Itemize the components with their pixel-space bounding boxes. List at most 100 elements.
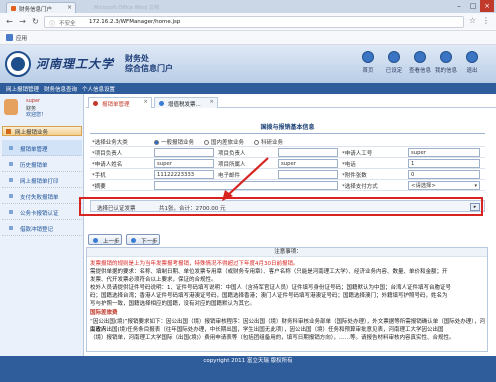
form-row-4: *手机 11122223333 电子邮件 *附件张数 0: [90, 169, 485, 180]
prev-icon: [93, 238, 98, 243]
mobile-input[interactable]: 11122223333: [154, 170, 214, 179]
user-name: super: [26, 98, 41, 104]
tab-icon: [93, 101, 98, 106]
project-member-input[interactable]: super: [278, 159, 338, 168]
footer: copyright 2011 富立天瑞 版权所有: [0, 356, 496, 367]
browser-tab-bar: 财务信息门户 × Microsoft Office Word 文档 – □ ×: [0, 0, 496, 13]
form-row-3: *申请人姓名 super 项目所属人 super *电话 1: [90, 158, 485, 169]
radio-icon: [254, 140, 259, 145]
applicant-id-input[interactable]: super: [408, 148, 480, 157]
school-name: 河南理工大学: [36, 57, 115, 71]
chevron-down-icon: ▾: [474, 183, 477, 189]
sidebar: super 财务 欢迎您！ 网上报销业务 报销单管理 历史报销单 网上报销单打印…: [0, 94, 84, 356]
address-bar[interactable]: ⓘ 不安全 172.16.2.3/WFManager/home.jsp: [44, 16, 464, 28]
bookmark-star-icon[interactable]: ☆: [469, 16, 476, 25]
back-icon[interactable]: ←: [4, 16, 15, 27]
view-info-button[interactable]: 查看信息: [406, 51, 434, 74]
bullet-icon: [9, 146, 13, 150]
phone-input[interactable]: 1: [408, 159, 480, 168]
school-logo-icon: [5, 51, 31, 77]
apps-icon: [6, 34, 13, 41]
form-row-5: *摘要 *选择支付方式 <请选择> ▾: [90, 180, 485, 191]
browser-tab[interactable]: 财务信息门户 ×: [6, 2, 76, 13]
close-icon[interactable]: ×: [143, 99, 148, 105]
content-tabs: 报销单管理 × 增值税发票... ×: [86, 96, 496, 108]
tab-manage[interactable]: 报销单管理 ×: [88, 97, 152, 108]
my-info-button[interactable]: 我的信息: [432, 51, 460, 74]
menu-finance-query[interactable]: 财务信息查询: [44, 85, 77, 93]
notice-panel: 注意事项： 发票报销的规则是上为当年发票报考报销，特殊情况不得超过下年度4月30…: [86, 247, 488, 352]
browser-toolbar: ← → ↻ ⓘ 不安全 172.16.2.3/WFManager/home.js…: [0, 13, 496, 31]
insecure-label: 不安全: [59, 21, 76, 27]
summary-input[interactable]: [154, 181, 338, 190]
form-row-2: *项目负责人 项目负责人 *申请人工号 super: [90, 147, 485, 158]
sidebar-item-card[interactable]: 公务卡报销认证: [2, 204, 82, 220]
reload-icon[interactable]: ↻: [30, 16, 41, 27]
prev-button[interactable]: 上一步: [88, 234, 122, 245]
step-buttons: 上一步 下一步: [88, 234, 208, 246]
settings-icon: [388, 51, 400, 63]
sidebar-item-print[interactable]: 网上报销单打印: [2, 172, 82, 188]
info-icon[interactable]: ⓘ: [49, 19, 55, 28]
app-header: 河南理工大学 财务处 综合信息门户 首页 已设定 查看信息 我的信息 退出: [0, 45, 496, 83]
folder-icon: [6, 129, 11, 134]
forward-icon[interactable]: →: [17, 16, 28, 27]
radio-general[interactable]: 一般报销业务: [154, 138, 194, 146]
sidebar-group-label: 网上报销业务: [15, 130, 49, 136]
next-icon: [131, 238, 136, 243]
sidebar-item-failed[interactable]: 支付失败报销单: [2, 188, 82, 204]
project-owner-input[interactable]: [278, 148, 338, 157]
menu-online-reimburse[interactable]: 网上报销管理: [6, 85, 39, 93]
home-icon: [362, 51, 374, 63]
close-tab-icon[interactable]: ×: [67, 4, 72, 11]
close-icon[interactable]: ×: [209, 99, 214, 105]
next-button[interactable]: 下一步: [126, 234, 160, 245]
sidebar-item-manage[interactable]: 报销单管理: [2, 140, 82, 156]
sidebar-item-loan[interactable]: 借款冲销登记: [2, 220, 82, 236]
radio-icon: [204, 140, 209, 145]
minimize-icon[interactable]: –: [452, 0, 466, 12]
bullet-icon: [9, 194, 13, 198]
system-name-line1: 财务处: [125, 54, 149, 63]
form-title: 国拨与报销基本信息: [260, 124, 315, 131]
form-row-category: *选择业务大类 一般报销业务 国内差旅业务 科研业务: [90, 136, 485, 147]
tab-icon: [159, 101, 164, 106]
close-window-icon[interactable]: ×: [480, 0, 494, 12]
email-input[interactable]: [278, 170, 338, 179]
avatar: [4, 99, 18, 115]
browser-menu-icon[interactable]: ⋮: [482, 16, 490, 25]
bullet-icon: [9, 178, 13, 182]
payment-method-select[interactable]: <请选择> ▾: [408, 181, 480, 190]
sidebar-item-history[interactable]: 历史报销单: [2, 156, 82, 172]
tab-vat-invoice[interactable]: 增值税发票... ×: [154, 97, 218, 108]
settings-button[interactable]: 已设定: [380, 51, 408, 74]
bullet-icon: [9, 226, 13, 230]
logout-button[interactable]: 退出: [458, 51, 486, 74]
system-name: 财务处 综合信息门户: [125, 54, 173, 74]
reimburse-form: *选择业务大类 一般报销业务 国内差旅业务 科研业务 *项目负责人 项目负责人 …: [90, 133, 485, 203]
radio-travel[interactable]: 国内差旅业务: [204, 138, 244, 146]
radio-icon: [154, 140, 159, 145]
attachment-count-input[interactable]: 0: [408, 170, 480, 179]
highlight-box: [79, 197, 483, 216]
sidebar-group-header[interactable]: 网上报销业务: [2, 126, 82, 136]
home-button[interactable]: 首页: [354, 51, 382, 74]
applicant-name-input[interactable]: super: [154, 159, 214, 168]
window-controls: – □ ×: [452, 0, 494, 12]
system-name-line2: 综合信息门户: [125, 64, 173, 73]
bookmark-apps[interactable]: 应用: [16, 34, 27, 42]
bullet-icon: [9, 210, 13, 214]
favicon-icon: [11, 6, 16, 11]
bullet-icon: [9, 162, 13, 166]
bookmarks-bar: 应用: [0, 31, 496, 45]
radio-research[interactable]: 科研业务: [254, 138, 283, 146]
user-panel: super 财务 欢迎您！: [2, 96, 82, 120]
browser-tab-title: 财务信息门户: [19, 7, 53, 13]
notice-title: 注意事项：: [87, 248, 487, 257]
url-text[interactable]: 172.16.2.3/WFManager/home.jsp: [89, 19, 180, 25]
menu-personal-settings[interactable]: 个人信息设置: [82, 85, 115, 93]
logout-icon: [466, 51, 478, 63]
project-leader-input[interactable]: [154, 148, 214, 157]
main-menu: 网上报销管理 财务信息查询 个人信息设置: [0, 83, 496, 94]
maximize-icon[interactable]: □: [466, 0, 480, 12]
